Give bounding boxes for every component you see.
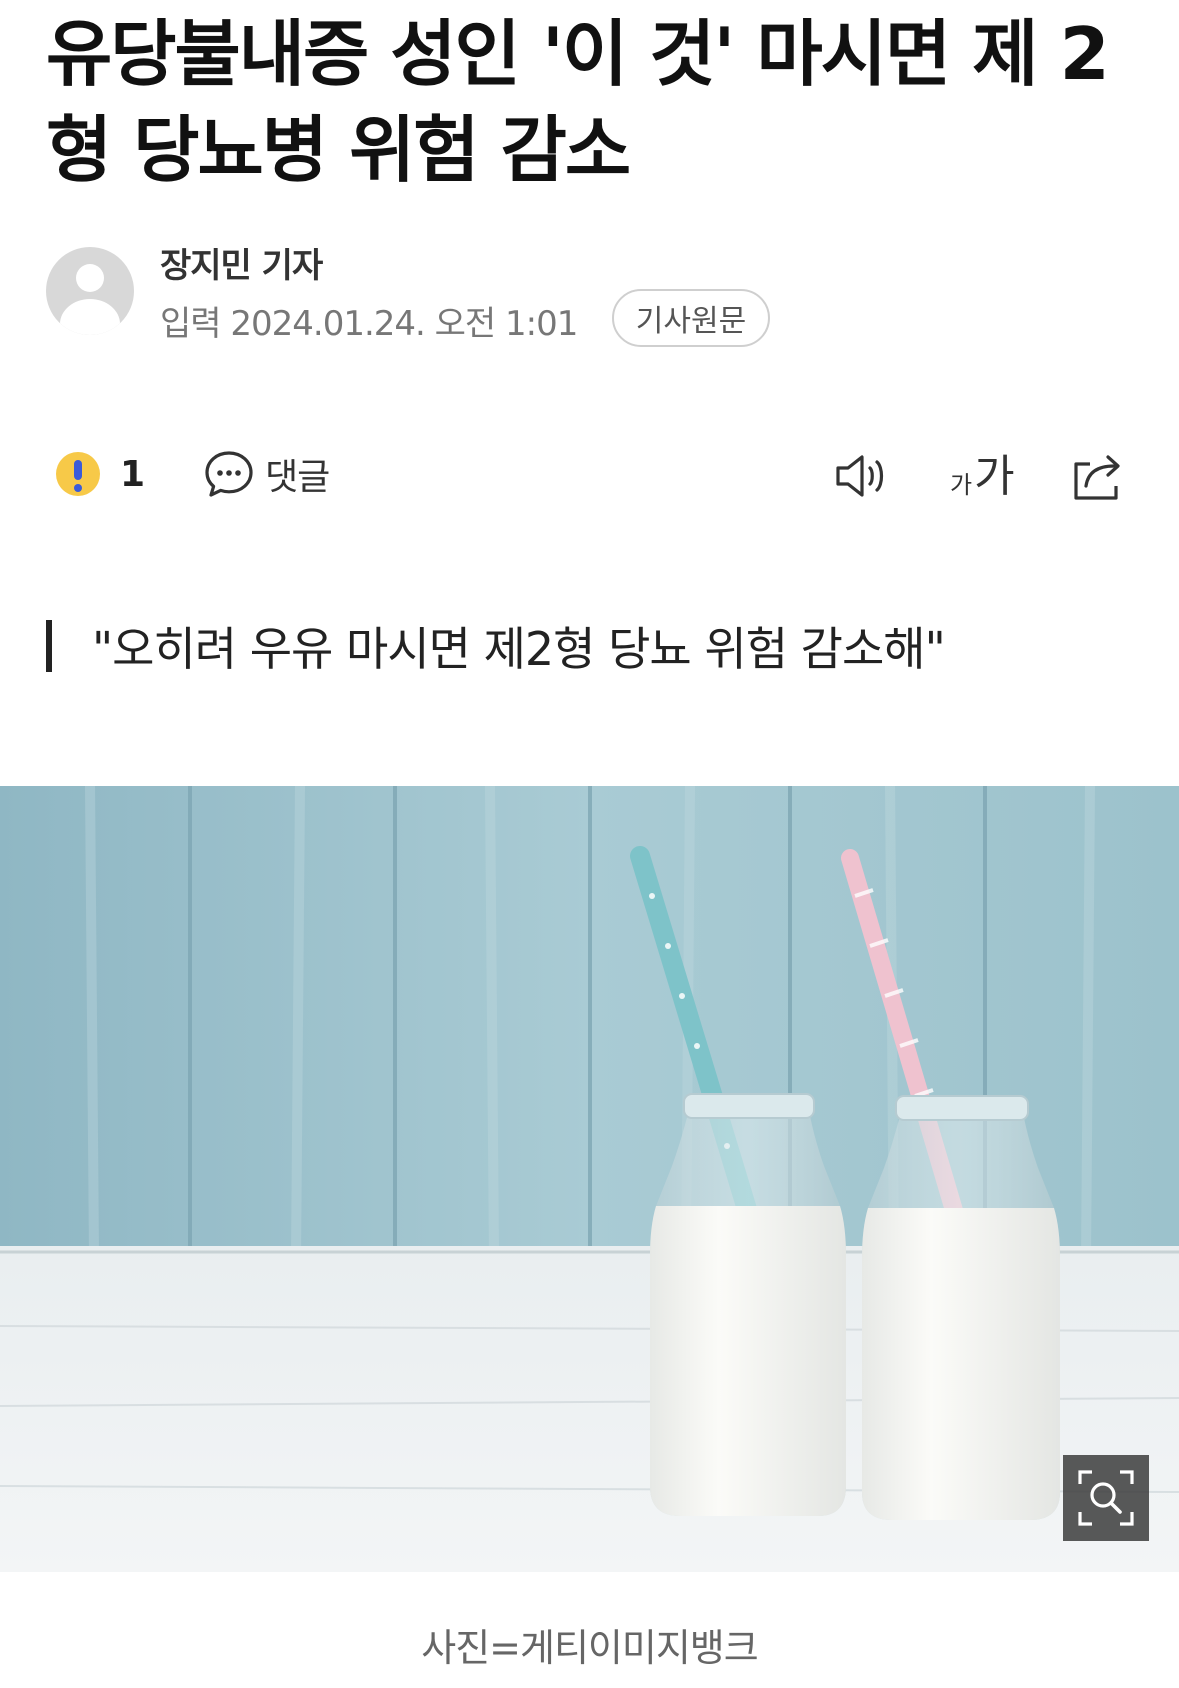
author-name[interactable]: 장지민 기자	[160, 238, 323, 287]
font-size-large-glyph: 가	[974, 451, 1015, 502]
article-headline: 유당불내증 성인 '이 것' 마시면 제 2형 당뇨병 위험 감소	[46, 12, 1110, 192]
author-avatar	[46, 247, 134, 335]
article-photo[interactable]	[0, 786, 1179, 1572]
original-article-button[interactable]: 기사원문	[612, 289, 770, 347]
font-size-small-glyph: 가	[950, 471, 973, 499]
reaction-toolbar: 1 댓글	[56, 446, 330, 502]
comment-button[interactable]: 댓글	[203, 448, 330, 500]
font-size-button[interactable]: 가 가	[950, 448, 1015, 504]
photo-caption: 사진=게티이미지뱅크	[421, 1626, 758, 1670]
milk-bottles-photo	[0, 786, 1179, 1572]
publish-date: 입력 2024.01.24. 오전 1:01	[160, 304, 578, 344]
article-subheading: "오히려 우유 마시면 제2형 당뇨 위험 감소해"	[46, 618, 946, 676]
comment-label: 댓글	[265, 457, 330, 498]
photo-zoom-button[interactable]	[1063, 1455, 1149, 1541]
share-icon	[1074, 455, 1120, 500]
comment-bubble-icon	[205, 451, 253, 497]
text-to-speech-button[interactable]	[832, 448, 892, 504]
zoom-icon	[1078, 1470, 1134, 1526]
subheading-text: "오히려 우유 마시면 제2형 당뇨 위험 감소해"	[92, 622, 946, 676]
exclamation-emoji-icon[interactable]	[56, 452, 100, 496]
reaction-count: 1	[120, 453, 146, 495]
speaker-icon	[836, 455, 884, 497]
share-button[interactable]	[1068, 448, 1128, 504]
quote-bar	[46, 620, 52, 672]
